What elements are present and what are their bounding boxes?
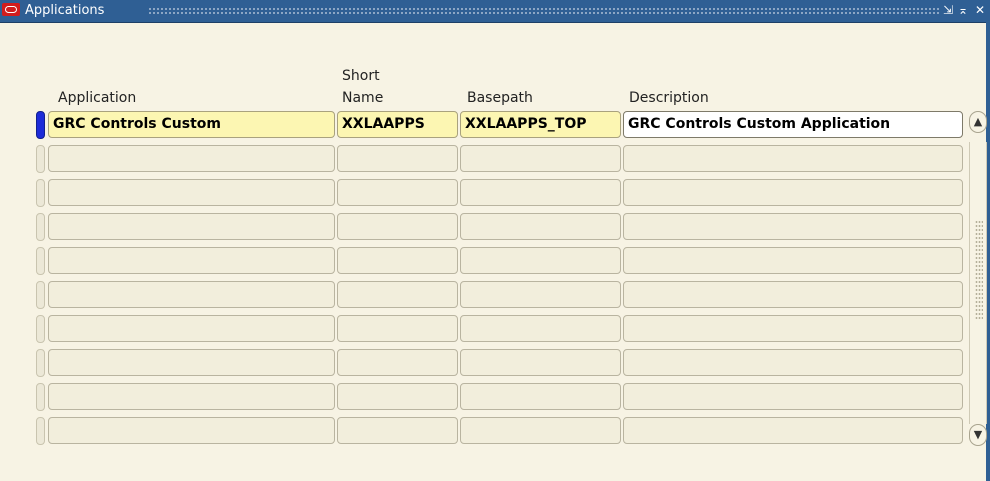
basepath-field[interactable] [460, 417, 621, 444]
minimize-icon[interactable]: ⇲ [942, 3, 954, 17]
application-field[interactable] [48, 179, 335, 206]
application-field[interactable] [48, 281, 335, 308]
short-name-field[interactable] [337, 213, 458, 240]
window-title: Applications [25, 3, 105, 18]
scroll-down-button[interactable]: ▼ [969, 424, 987, 446]
description-field[interactable]: GRC Controls Custom Application [623, 111, 963, 138]
record-indicator[interactable] [36, 111, 45, 139]
application-field[interactable] [48, 349, 335, 376]
maximize-icon[interactable]: ⌅ [957, 3, 969, 17]
column-header-basepath: Basepath [467, 90, 533, 106]
description-field[interactable] [623, 247, 963, 274]
basepath-field[interactable] [460, 213, 621, 240]
description-field[interactable] [623, 315, 963, 342]
description-field[interactable] [623, 417, 963, 444]
description-field[interactable] [623, 383, 963, 410]
application-field[interactable] [48, 145, 335, 172]
short-name-field[interactable]: XXLAAPPS [337, 111, 458, 138]
short-name-field[interactable] [337, 281, 458, 308]
record-indicator[interactable] [36, 145, 45, 173]
titlebar-grip [148, 7, 940, 15]
close-icon[interactable]: ✕ [974, 3, 986, 17]
short-name-field[interactable] [337, 179, 458, 206]
record-indicator[interactable] [36, 349, 45, 377]
description-field[interactable] [623, 349, 963, 376]
basepath-field[interactable] [460, 349, 621, 376]
record-indicator[interactable] [36, 179, 45, 207]
column-header-description: Description [629, 90, 709, 106]
short-name-field[interactable] [337, 145, 458, 172]
record-indicator[interactable] [36, 247, 45, 275]
basepath-field[interactable] [460, 281, 621, 308]
oracle-logo-icon [2, 3, 20, 16]
application-field[interactable] [48, 213, 335, 240]
short-name-field[interactable] [337, 349, 458, 376]
short-name-field[interactable] [337, 315, 458, 342]
record-indicator[interactable] [36, 315, 45, 343]
description-field[interactable] [623, 213, 963, 240]
record-indicator[interactable] [36, 281, 45, 309]
scroll-up-button[interactable]: ▲ [969, 111, 987, 133]
basepath-field[interactable] [460, 145, 621, 172]
basepath-field[interactable] [460, 383, 621, 410]
short-name-field[interactable] [337, 247, 458, 274]
column-header-short-name-line2: Name [342, 90, 384, 106]
description-field[interactable] [623, 179, 963, 206]
application-field[interactable]: GRC Controls Custom [48, 111, 335, 138]
scroll-thumb-grip[interactable] [975, 220, 983, 320]
basepath-field[interactable] [460, 179, 621, 206]
window-titlebar: Applications ⇲ ⌅ ✕ [0, 0, 990, 23]
description-field[interactable] [623, 281, 963, 308]
application-field[interactable] [48, 247, 335, 274]
record-indicator[interactable] [36, 383, 45, 411]
basepath-field[interactable] [460, 247, 621, 274]
description-field[interactable] [623, 145, 963, 172]
basepath-field[interactable] [460, 315, 621, 342]
record-indicator[interactable] [36, 417, 45, 445]
basepath-field[interactable]: XXLAAPPS_TOP [460, 111, 621, 138]
column-header-short-name-line1: Short [342, 68, 380, 84]
record-indicator[interactable] [36, 213, 45, 241]
application-field[interactable] [48, 383, 335, 410]
short-name-field[interactable] [337, 383, 458, 410]
application-field[interactable] [48, 417, 335, 444]
column-header-application: Application [58, 90, 137, 106]
application-field[interactable] [48, 315, 335, 342]
short-name-field[interactable] [337, 417, 458, 444]
